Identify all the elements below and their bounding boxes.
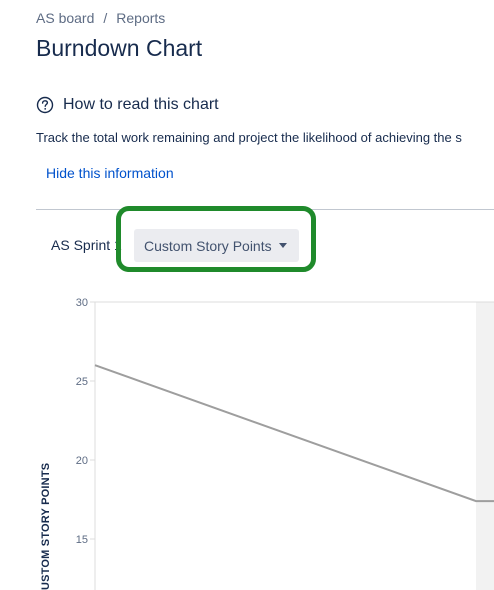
breadcrumb-board-link[interactable]: AS board: [36, 10, 94, 26]
estimation-dropdown-button[interactable]: Custom Story Points: [134, 229, 299, 262]
info-description: Track the total work remaining and proje…: [36, 130, 462, 145]
info-heading: How to read this chart: [36, 96, 219, 114]
chart-shaded-region: [476, 302, 494, 590]
burndown-chart: 15 20 25 30: [76, 297, 494, 590]
divider: [36, 209, 494, 210]
breadcrumb-separator: /: [103, 10, 108, 26]
breadcrumb: AS board / Reports: [36, 10, 165, 26]
chevron-down-icon: [278, 243, 287, 248]
page-title: Burndown Chart: [36, 35, 203, 61]
sprint-selector-trail: 1: [114, 237, 122, 253]
y-tick-label: 20: [76, 455, 88, 467]
hide-information-link[interactable]: Hide this information: [46, 165, 174, 181]
y-tick-label: 15: [76, 534, 88, 546]
y-axis-title: USTOM STORY POINTS: [40, 462, 52, 590]
burndown-series-line: [94, 364, 494, 503]
estimation-dropdown-label: Custom Story Points: [144, 237, 272, 254]
y-tick-label: 30: [76, 297, 88, 309]
breadcrumb-reports-link[interactable]: Reports: [116, 10, 165, 26]
info-heading-text: How to read this chart: [63, 96, 219, 113]
y-tick-label: 25: [76, 376, 88, 388]
question-circle-icon: [36, 96, 54, 114]
sprint-selector[interactable]: AS Sprint: [51, 237, 110, 253]
